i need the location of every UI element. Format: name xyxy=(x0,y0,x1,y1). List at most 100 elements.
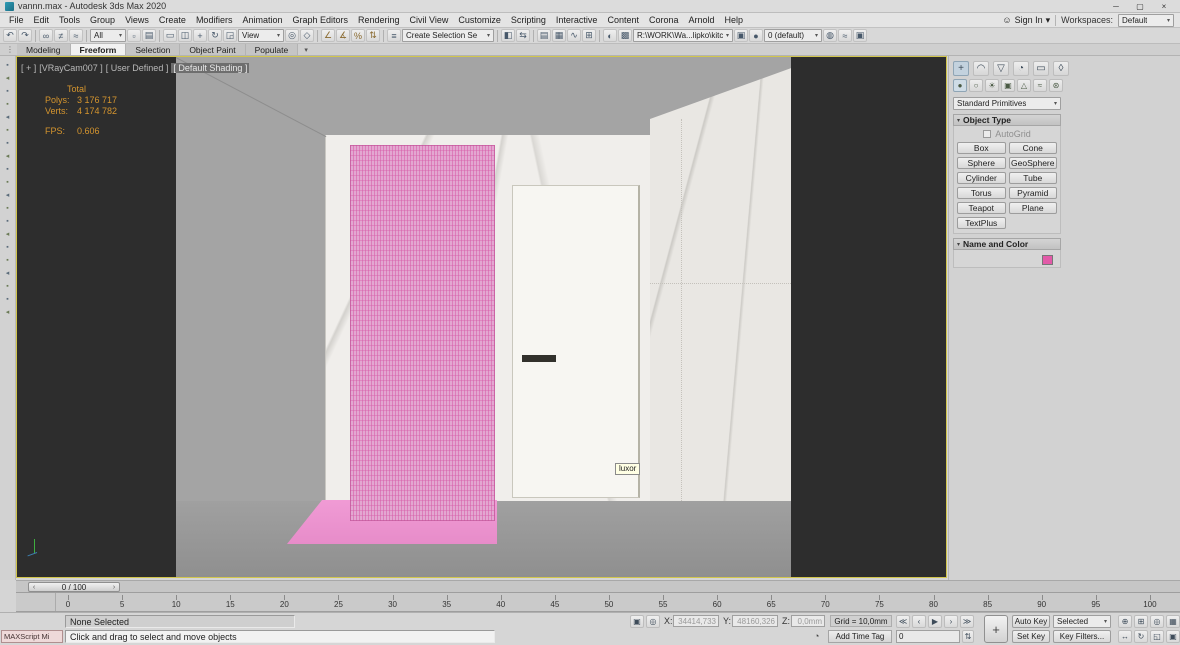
utilities-tab-icon[interactable]: ◊ xyxy=(1053,61,1069,76)
tab-selection[interactable]: Selection xyxy=(126,44,181,55)
key-filters-button[interactable]: Key Filters... xyxy=(1053,630,1111,643)
zoom-extents-all-icon[interactable]: ▦ xyxy=(1166,615,1180,628)
track-bar[interactable]: 0 5 10 15 20 25 30 35 40 45 50 55 60 65 … xyxy=(16,592,1180,612)
render-iterative-icon[interactable]: ◍ xyxy=(823,29,837,42)
viewport[interactable]: [ + ] [VRayCam007 ] [ User Defined ] [ D… xyxy=(16,56,947,578)
left-toolbar-icon[interactable]: ◂ xyxy=(1,228,14,240)
helpers-category-icon[interactable]: △ xyxy=(1017,79,1031,92)
menu-interactive[interactable]: Interactive xyxy=(551,15,603,25)
minimize-icon[interactable]: ─ xyxy=(1105,1,1127,12)
next-frame-icon[interactable]: › xyxy=(109,584,119,591)
x-coordinate-field[interactable]: 34414,733 xyxy=(673,615,719,627)
sign-in-button[interactable]: ☺ Sign In ▾ xyxy=(1002,15,1050,26)
go-to-end-icon[interactable]: ≫ xyxy=(960,615,974,628)
go-to-start-icon[interactable]: ≪ xyxy=(896,615,910,628)
viewport-menu-general[interactable]: [ + ] xyxy=(21,63,36,73)
unlink-selection-icon[interactable]: ≠ xyxy=(54,29,68,42)
set-key-button[interactable]: Set Key xyxy=(1012,630,1050,643)
render-flyout-icon[interactable]: ▣ xyxy=(853,29,867,42)
tab-freeform[interactable]: Freeform xyxy=(70,44,127,55)
percent-snap-icon[interactable]: % xyxy=(351,29,365,42)
viewport-menu-user[interactable]: [ User Defined ] xyxy=(106,63,169,73)
door-panel-object[interactable] xyxy=(512,185,640,498)
tab-populate[interactable]: Populate xyxy=(245,44,299,55)
menu-graph-editors[interactable]: Graph Editors xyxy=(287,15,353,25)
absolute-offset-mode-icon[interactable]: ◎ xyxy=(646,615,660,628)
textplus-button[interactable]: TextPlus xyxy=(957,217,1006,229)
left-toolbar-icon[interactable]: ◂ xyxy=(1,150,14,162)
select-object-icon[interactable]: ▫ xyxy=(127,29,141,42)
schematic-view-icon[interactable]: ⊞ xyxy=(582,29,596,42)
restore-icon[interactable]: ▢ xyxy=(1129,1,1151,12)
time-slider-handle[interactable]: ‹ 0 / 100 › xyxy=(28,582,120,592)
sphere-button[interactable]: Sphere xyxy=(957,157,1006,169)
menu-tools[interactable]: Tools xyxy=(54,15,85,25)
tab-object-paint[interactable]: Object Paint xyxy=(180,44,246,55)
select-and-move-icon[interactable]: + xyxy=(193,29,207,42)
material-editor-icon[interactable]: ◐ xyxy=(603,29,617,42)
left-toolbar-icon[interactable]: ▪ xyxy=(1,85,14,97)
tab-modeling[interactable]: Modeling xyxy=(17,44,71,55)
viewport-menu-pov[interactable]: [VRayCam007 ] xyxy=(39,63,103,73)
time-slider-track[interactable]: ‹ 0 / 100 › xyxy=(16,580,1180,592)
ribbon-minimize-icon[interactable]: ▾ xyxy=(298,44,314,55)
frame-spinner-icon[interactable]: ⇅ xyxy=(962,630,974,643)
menu-content[interactable]: Content xyxy=(602,15,644,25)
tube-button[interactable]: Tube xyxy=(1008,172,1057,184)
menu-civil-view[interactable]: Civil View xyxy=(405,15,454,25)
spacewarps-category-icon[interactable]: ≈ xyxy=(1033,79,1047,92)
render-preset-dropdown[interactable]: 0 (default) ▾ xyxy=(764,29,822,42)
mesh-curtain-object[interactable] xyxy=(350,145,495,521)
named-selection-sets-dropdown[interactable]: Create Selection Se ▾ xyxy=(402,29,494,42)
left-toolbar-icon[interactable]: ▪ xyxy=(1,293,14,305)
menu-create[interactable]: Create xyxy=(154,15,191,25)
left-toolbar-icon[interactable]: ◂ xyxy=(1,111,14,123)
angle-snap-icon[interactable]: ∡ xyxy=(336,29,350,42)
teapot-button[interactable]: Teapot xyxy=(957,202,1006,214)
rendered-frame-window-icon[interactable]: ▣ xyxy=(734,29,748,42)
spinner-snap-icon[interactable]: ⇅ xyxy=(366,29,380,42)
window-crossing-icon[interactable]: ◫ xyxy=(178,29,192,42)
geosphere-button[interactable]: GeoSphere xyxy=(1008,157,1057,169)
close-icon[interactable]: × xyxy=(1153,1,1175,12)
reference-coordinate-dropdown[interactable]: View ▾ xyxy=(238,29,284,42)
play-icon[interactable]: ▶ xyxy=(928,615,942,628)
left-toolbar-icon[interactable]: ▪ xyxy=(1,241,14,253)
left-toolbar-icon[interactable]: ◂ xyxy=(1,267,14,279)
menu-modifiers[interactable]: Modifiers xyxy=(191,15,238,25)
left-toolbar-icon[interactable]: ▪ xyxy=(1,163,14,175)
menu-corona[interactable]: Corona xyxy=(644,15,684,25)
use-pivot-point-icon[interactable]: ◎ xyxy=(285,29,299,42)
z-coordinate-field[interactable]: 0,0mm xyxy=(791,615,825,627)
y-coordinate-field[interactable]: 48160,326 xyxy=(732,615,778,627)
zoom-all-icon[interactable]: ⊞ xyxy=(1134,615,1148,628)
menu-customize[interactable]: Customize xyxy=(453,15,506,25)
auto-key-button[interactable]: Auto Key xyxy=(1012,615,1050,628)
menu-scripting[interactable]: Scripting xyxy=(506,15,551,25)
left-toolbar-icon[interactable]: ◂ xyxy=(1,306,14,318)
pan-icon[interactable]: ↔ xyxy=(1118,630,1132,643)
previous-frame-icon[interactable]: ‹ xyxy=(912,615,926,628)
select-and-link-icon[interactable]: ∞ xyxy=(39,29,53,42)
object-color-swatch[interactable] xyxy=(1042,255,1053,265)
create-tab-icon[interactable]: + xyxy=(953,61,969,76)
current-frame-field[interactable]: 0 xyxy=(896,630,960,643)
door-handle-object[interactable] xyxy=(522,355,556,362)
cameras-category-icon[interactable]: ▣ xyxy=(1001,79,1015,92)
workspace-dropdown[interactable]: Default ▾ xyxy=(1118,13,1174,27)
pyramid-button[interactable]: Pyramid xyxy=(1008,187,1057,199)
render-in-cloud-icon[interactable]: ≈ xyxy=(838,29,852,42)
maximize-viewport-icon[interactable]: ▣ xyxy=(1166,630,1180,643)
display-tab-icon[interactable]: ▭ xyxy=(1033,61,1049,76)
previous-frame-icon[interactable]: ‹ xyxy=(29,584,39,591)
maxscript-mini-listener[interactable]: MAXScript Mi xyxy=(1,630,63,643)
add-time-tag-button[interactable]: Add Time Tag xyxy=(828,630,892,643)
left-toolbar-icon[interactable]: ◂ xyxy=(1,189,14,201)
selection-lock-icon[interactable]: ▣ xyxy=(630,615,644,628)
geometry-category-icon[interactable]: ● xyxy=(953,79,967,92)
menu-arnold[interactable]: Arnold xyxy=(684,15,720,25)
set-keys-button[interactable]: + xyxy=(984,615,1008,643)
left-toolbar-icon[interactable]: ▪ xyxy=(1,98,14,110)
systems-category-icon[interactable]: ⊛ xyxy=(1049,79,1063,92)
render-production-icon[interactable]: ● xyxy=(749,29,763,42)
